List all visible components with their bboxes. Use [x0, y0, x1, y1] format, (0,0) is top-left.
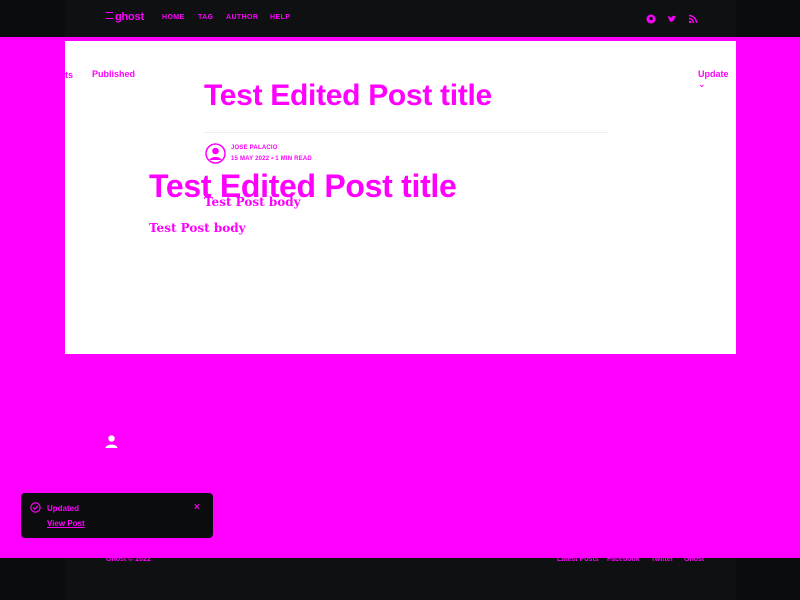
nav-item-author[interactable]: AUTHOR	[226, 14, 258, 21]
title-divider	[204, 132, 608, 133]
rss-icon[interactable]	[688, 14, 698, 24]
accent-panel-right	[736, 41, 800, 354]
editor-body-input[interactable]: Test Post body	[149, 221, 246, 235]
post-meta: 15 MAY 2022 • 1 MIN READ	[231, 156, 312, 162]
breadcrumb[interactable]: ts	[65, 70, 73, 80]
post-status: Published	[92, 69, 136, 79]
view-post-link[interactable]: View Post	[47, 519, 85, 528]
footer-link-ghost[interactable]: Ghost	[684, 556, 704, 563]
post-body: Test Post body	[204, 195, 301, 209]
toast-title: Updated	[47, 504, 79, 513]
site-logo[interactable]: ghost	[106, 11, 144, 23]
nav-item-tag[interactable]: TAG	[198, 14, 213, 21]
notification-toast: Updated View Post ×	[21, 493, 213, 538]
author-avatar-icon[interactable]	[205, 143, 226, 164]
post-date: 15 MAY 2022	[231, 156, 270, 162]
meta-separator: •	[271, 156, 274, 162]
author-name[interactable]: JOSE PALACIO	[231, 145, 278, 151]
chevron-down-icon: ⌄	[698, 79, 706, 89]
check-circle-icon	[30, 502, 41, 513]
footer-link-facebook[interactable]: Facebook	[607, 556, 640, 563]
nav-item-home[interactable]: HOME	[162, 14, 185, 21]
post-title: Test Edited Post title	[204, 79, 492, 112]
footer-link-twitter[interactable]: Twitter	[651, 556, 673, 563]
footer-link-latest[interactable]: Latest Posts	[557, 556, 599, 563]
site-logo-text: ghost	[115, 11, 144, 23]
ghost-logo-icon	[106, 12, 113, 19]
github-icon[interactable]	[646, 14, 656, 24]
accent-panel-left	[0, 41, 65, 354]
twitter-icon[interactable]	[667, 14, 677, 24]
update-button[interactable]: Update ⌄	[698, 69, 736, 90]
update-button-label: Update	[698, 69, 729, 79]
footer-copyright: Ghost © 2022	[106, 556, 151, 563]
editor-canvas: ts Published Update ⌄ Test Edited Post t…	[65, 41, 736, 354]
read-time: 1 MIN READ	[275, 156, 312, 162]
site-footer-inner	[65, 558, 736, 600]
nav-item-help[interactable]: HELP	[270, 14, 290, 21]
user-icon[interactable]	[104, 434, 119, 449]
close-icon[interactable]: ×	[194, 502, 200, 513]
editor-title-input[interactable]: Test Edited Post title	[149, 168, 457, 205]
